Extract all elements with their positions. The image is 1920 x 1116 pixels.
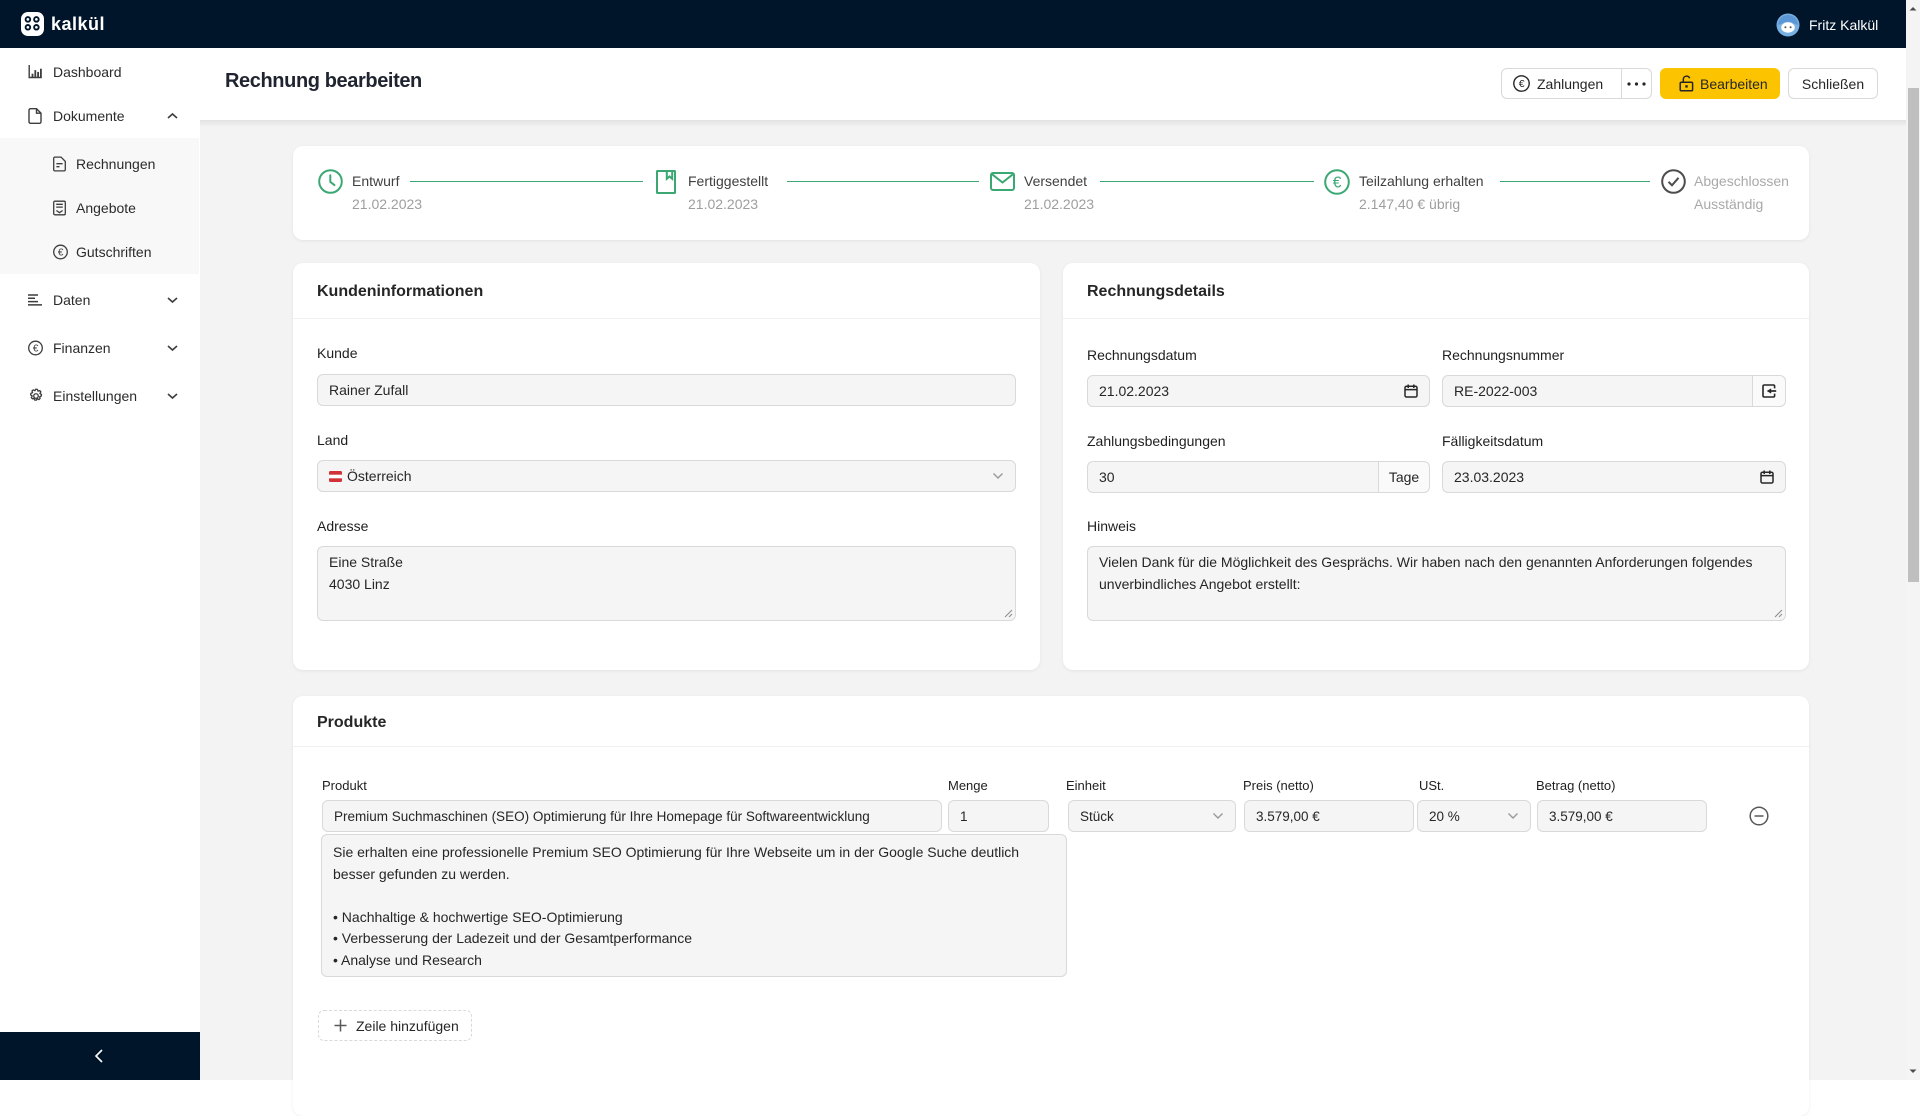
svg-text:€: € <box>1519 78 1525 90</box>
svg-text:€: € <box>33 343 39 354</box>
svg-text:€: € <box>58 247 64 258</box>
svg-text:€: € <box>1333 174 1342 191</box>
